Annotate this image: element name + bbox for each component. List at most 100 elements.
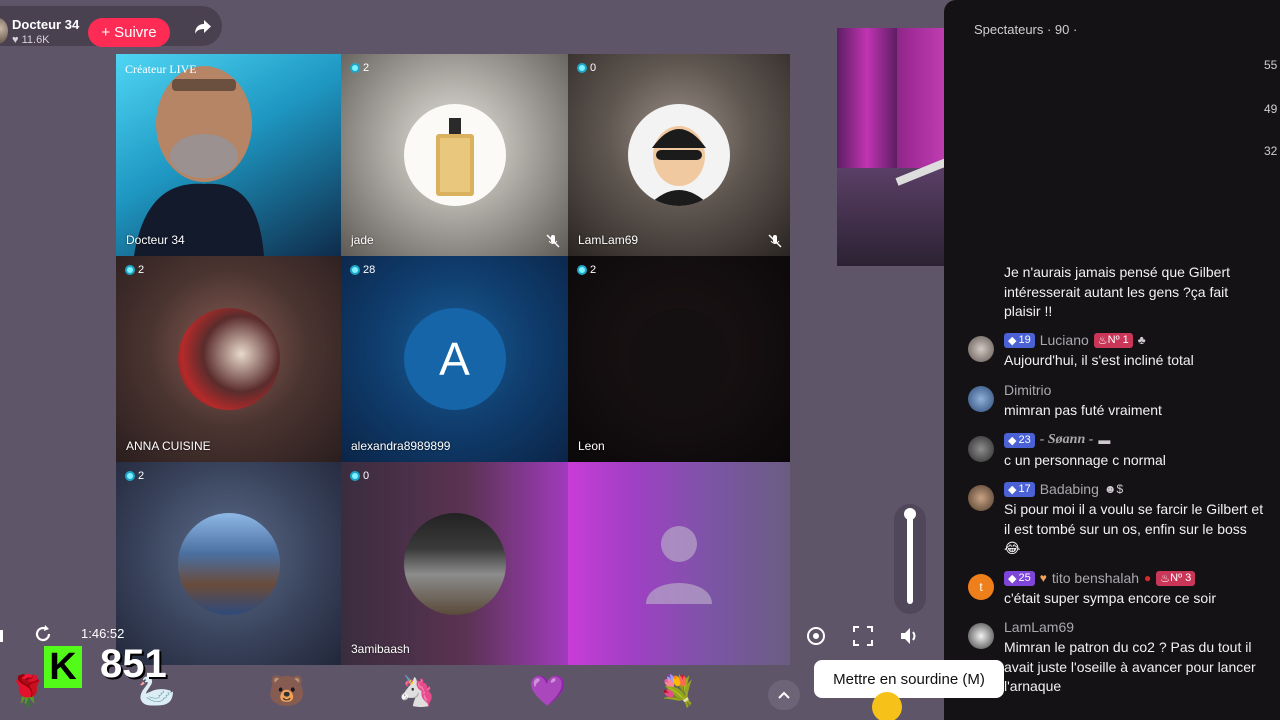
team-icon: ♣ xyxy=(1137,333,1146,347)
guest-name: Docteur 34 xyxy=(126,233,185,247)
gift-rose[interactable]: 🌹 xyxy=(8,672,48,712)
guest-name: 3amibaash xyxy=(351,642,410,656)
perfume-bottle-image xyxy=(435,118,474,196)
host-avatar[interactable] xyxy=(0,18,8,44)
chat-username[interactable]: tito benshalah xyxy=(1052,570,1139,586)
chevron-up-icon xyxy=(778,691,790,699)
guest-name: jade xyxy=(351,233,374,247)
guest-badge-count: 2 xyxy=(590,264,597,276)
guest-tile[interactable]: 2 xyxy=(116,462,341,665)
gem-icon xyxy=(350,63,360,73)
chat-username[interactable]: - Søann - xyxy=(1040,432,1094,448)
guest-tile[interactable]: 2 Leon xyxy=(568,256,790,462)
reload-icon[interactable] xyxy=(33,624,53,644)
guest-badge-count: 2 xyxy=(138,470,145,482)
guest-badge-count: 2 xyxy=(138,264,145,276)
volume-slider[interactable] xyxy=(894,504,926,614)
host-name[interactable]: Docteur 34 xyxy=(12,17,79,32)
guest-tile[interactable]: 0 LamLam69 xyxy=(568,54,790,256)
chat-message-text: c un personnage c normal xyxy=(1004,452,1166,468)
guest-tile[interactable]: 0 3amibaash xyxy=(341,462,568,665)
host-video-person xyxy=(134,66,264,256)
chat-username[interactable]: LamLam69 xyxy=(1004,619,1074,635)
avatar-initial: A xyxy=(439,333,470,385)
avatar-letter: t xyxy=(979,580,983,594)
settings-button[interactable] xyxy=(802,622,830,650)
host-likes: ♥ 11.6K xyxy=(12,34,50,46)
gem-icon xyxy=(350,471,360,481)
empty-guest-tile[interactable] xyxy=(568,462,790,665)
chat-message-text: Mimran le patron du co2 ? Pas du tout il… xyxy=(1004,639,1256,694)
chat-message-text: c'était super sympa encore ce soir xyxy=(1004,590,1216,606)
gift-bear[interactable]: 🐻 xyxy=(267,672,307,712)
plus-icon: + xyxy=(101,24,111,41)
guest-tile[interactable]: 2 ANNA CUISINE xyxy=(116,256,341,462)
mic-muted-icon xyxy=(546,234,560,248)
share-button[interactable] xyxy=(186,11,219,42)
coin-icon[interactable] xyxy=(872,692,902,720)
viewers-header[interactable]: Spectateurs · 90 · xyxy=(974,22,1077,37)
kick-logo: K xyxy=(44,646,82,688)
fire-icon: ♨ xyxy=(1160,572,1171,585)
user-avatar[interactable]: t xyxy=(968,574,994,600)
top-rank-badge: ♨ Nº 3 xyxy=(1156,570,1196,586)
fullscreen-button[interactable] xyxy=(849,622,877,650)
level-badge: ◆ 17 xyxy=(1004,481,1035,497)
volume-knob[interactable] xyxy=(904,508,916,520)
heart-icon: ♥ xyxy=(12,34,19,46)
top-rank-value: Nº 1 xyxy=(1107,334,1129,346)
gem-icon: ◆ xyxy=(1008,434,1017,447)
chat-panel: Spectateurs · 90 · 55 49 32 Je n'aurais … xyxy=(944,0,1280,720)
gift-bouquet[interactable]: 💐 xyxy=(658,672,698,712)
level-badge-value: 17 xyxy=(1018,483,1031,495)
guest-badge: 28 xyxy=(350,264,375,276)
guest-name: LamLam69 xyxy=(578,233,639,247)
chat-username[interactable]: Dimitrio xyxy=(1004,382,1051,398)
chat-message-text: mimran pas futé vraiment xyxy=(1004,402,1162,418)
level-badge: ◆ 23 xyxy=(1004,432,1035,448)
user-avatar[interactable] xyxy=(968,623,994,649)
expand-gifts-button[interactable] xyxy=(768,680,800,710)
heart-badge-icon: ♥ xyxy=(1039,571,1047,585)
chat-message-text: Je n'aurais jamais pensé que Gilbert int… xyxy=(1004,264,1231,319)
mute-button[interactable] xyxy=(896,622,924,650)
stream-timer: 1:46:52 xyxy=(81,626,125,641)
mute-tooltip: Mettre en sourdine (M) xyxy=(814,660,1004,698)
flag-icon: ▬ xyxy=(1098,433,1111,447)
guest-tile-host[interactable]: Créateur LIVE Docteur 34 xyxy=(116,54,341,256)
level-badge-value: 19 xyxy=(1018,334,1031,346)
gem-icon: ◆ xyxy=(1008,572,1017,585)
user-avatar[interactable] xyxy=(968,336,994,362)
guest-badge-count: 28 xyxy=(363,264,376,276)
user-avatar[interactable] xyxy=(968,485,994,511)
guest-badge: 0 xyxy=(577,62,596,74)
gift-unicorn[interactable]: 🦄 xyxy=(397,672,437,712)
guest-tile[interactable]: 28 A alexandra8989899 xyxy=(341,256,568,462)
mic-muted-icon xyxy=(768,234,782,248)
creator-live-tag: Créateur LIVE xyxy=(125,62,197,76)
guest-avatar xyxy=(628,308,730,410)
side-count: 55 xyxy=(1264,58,1278,72)
chat-username[interactable]: Luciano xyxy=(1040,332,1089,348)
gem-icon: ◆ xyxy=(1008,483,1017,496)
user-avatar[interactable] xyxy=(968,436,994,462)
speaker-icon xyxy=(901,628,916,644)
guest-name: Leon xyxy=(578,439,605,453)
guest-avatar xyxy=(403,104,506,206)
top-rank-badge: ♨ Nº 1 xyxy=(1093,332,1133,348)
guest-badge-count: 0 xyxy=(590,62,597,74)
follow-button[interactable]: + Suivre xyxy=(88,18,170,47)
guest-name: alexandra8989899 xyxy=(351,439,451,453)
kick-counter-overlay: K 851 xyxy=(44,642,172,690)
top-rank-value: Nº 3 xyxy=(1170,572,1192,584)
guest-tile[interactable]: 2 jade xyxy=(341,54,568,256)
chat-username[interactable]: Badabing xyxy=(1040,481,1099,497)
level-badge-value: 25 xyxy=(1018,572,1031,584)
follow-label: Suivre xyxy=(114,24,157,41)
guest-badge-count: 2 xyxy=(363,62,370,74)
guest-badge: 2 xyxy=(125,470,144,482)
gift-heart-hands[interactable]: 💜 xyxy=(528,672,568,712)
user-avatar[interactable] xyxy=(968,386,994,412)
guest-badge: 2 xyxy=(125,264,144,276)
gem-icon xyxy=(125,471,135,481)
